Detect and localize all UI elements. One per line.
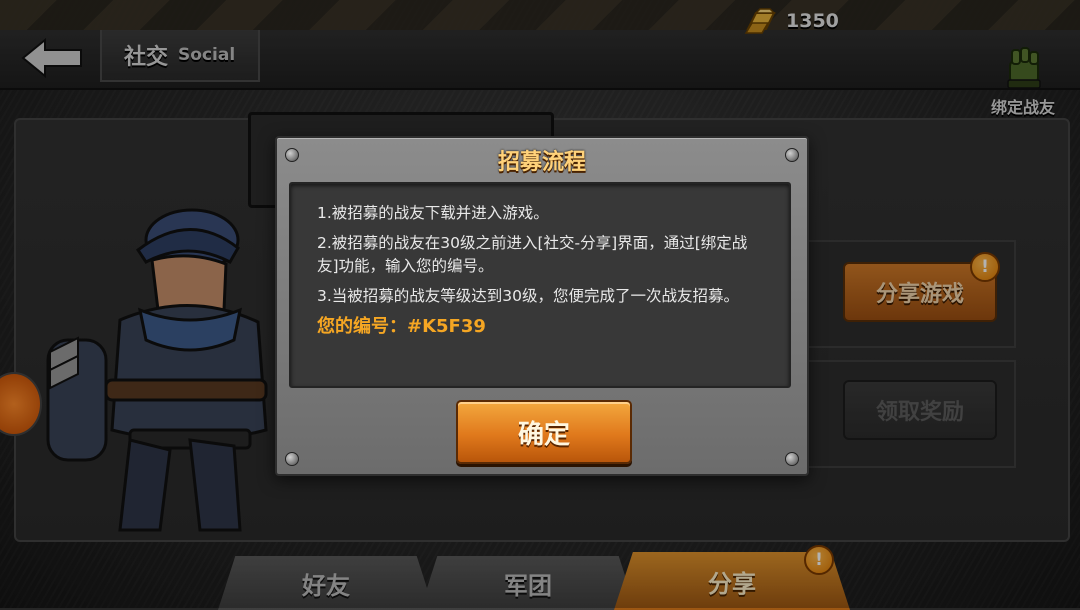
recruit-process-dialog: 招募流程 1.被招募的战友下载并进入游戏。 2.被招募的战友在30级之前进入[社…: [275, 136, 809, 476]
step-2: 2.被招募的战友在30级之前进入[社交-分享]界面，通过[绑定战友]功能，输入您…: [317, 234, 748, 275]
dialog-body: 1.被招募的战友下载并进入游戏。 2.被招募的战友在30级之前进入[社交-分享]…: [289, 182, 791, 388]
step-3: 3.当被招募的战友等级达到30级，您便完成了一次战友招募。: [317, 287, 740, 305]
confirm-button[interactable]: 确定: [456, 400, 632, 464]
step-1: 1.被招募的战友下载并进入游戏。: [317, 204, 549, 222]
your-recruit-id: 您的编号：#K5F39: [317, 316, 486, 337]
rivet: [285, 452, 299, 466]
rivet: [785, 452, 799, 466]
dialog-title: 招募流程: [497, 150, 586, 175]
confirm-label: 确定: [517, 419, 570, 450]
